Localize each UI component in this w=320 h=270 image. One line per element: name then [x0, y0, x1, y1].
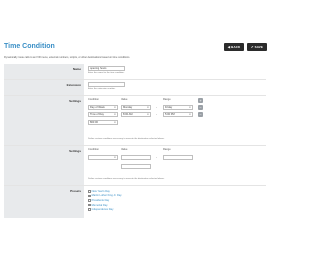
range-dash: - [156, 155, 157, 159]
extension-input[interactable] [88, 82, 125, 87]
settings-label-1: Settings [4, 96, 84, 145]
name-row: Name opening hours Enter the name for th… [4, 64, 266, 80]
time-condition-form: Name opening hours Enter the name for th… [4, 64, 266, 218]
extension-row: Extension Enter the extension number. [4, 80, 266, 96]
name-input[interactable]: opening hours [88, 66, 125, 71]
range-input-empty[interactable] [163, 155, 193, 160]
name-label: Name [4, 64, 84, 79]
minus-icon[interactable]: − [198, 105, 203, 110]
page-title: Time Condition [4, 43, 55, 50]
checkbox[interactable] [88, 199, 91, 202]
condition-select-2[interactable]: Time of Day ▼ [88, 112, 118, 117]
back-button-label: BACK [231, 45, 241, 49]
range-dash: - [156, 105, 157, 109]
arrow-left-icon: ◀ [227, 45, 231, 49]
condition-select-empty[interactable]: ▼ [88, 155, 118, 160]
settings-help-1: Define custom conditions necessary to ex… [88, 138, 165, 140]
value-header: Value [121, 148, 128, 151]
back-button[interactable]: ◀ BACK [224, 43, 244, 51]
extension-help: Enter the extension number. [88, 88, 116, 90]
checkbox[interactable] [88, 190, 91, 193]
presets-row: Presets New Year's Day Martin Luther Kin… [4, 186, 266, 218]
check-icon: ✔ [251, 45, 254, 49]
chevron-down-icon: ▼ [113, 106, 116, 109]
presets-label: Presets [4, 186, 84, 218]
chevron-down-icon: ▼ [113, 121, 116, 124]
chevron-down-icon: ▼ [113, 113, 116, 116]
settings-help-2: Define custom conditions necessary to ex… [88, 178, 165, 180]
value-input-empty-2[interactable] [121, 164, 151, 169]
extension-label: Extension [4, 80, 84, 95]
extra-condition-input[interactable]: 800 00 ▼ [88, 120, 118, 125]
value-select-2[interactable]: 8:00 AM ▼ [121, 112, 151, 117]
chevron-down-icon: ▼ [146, 113, 149, 116]
save-button-label: SAVE [254, 45, 263, 49]
condition-header: Condition [88, 148, 99, 151]
checkbox[interactable] [88, 194, 91, 198]
page-description: Dynamically route calls to an IVR menu, … [4, 56, 131, 59]
condition-select-1[interactable]: Day of Week ▼ [88, 105, 118, 110]
name-help: Enter the name for the time condition. [88, 72, 125, 74]
range-select-1[interactable]: Friday ▼ [163, 105, 193, 110]
chevron-down-icon: ▼ [146, 106, 149, 109]
minus-icon[interactable]: − [198, 112, 203, 117]
chevron-down-icon: ▼ [188, 106, 191, 109]
range-header: Range [163, 148, 171, 151]
chevron-down-icon: ▼ [188, 113, 191, 116]
range-dash: - [156, 112, 157, 116]
value-input-empty[interactable] [121, 155, 151, 160]
settings-row-1: Settings Condition Value Range + Day of … [4, 96, 266, 146]
range-header: Range [163, 98, 171, 101]
settings-label-2: Settings [4, 146, 84, 185]
value-select-1[interactable]: Monday ▼ [121, 105, 151, 110]
plus-icon[interactable]: + [198, 98, 203, 103]
range-select-2[interactable]: 5:00 PM ▼ [163, 112, 193, 117]
save-button[interactable]: ✔ SAVE [247, 43, 267, 51]
preset-item[interactable]: Independence Day [88, 207, 262, 212]
checkbox[interactable] [88, 208, 91, 211]
value-header: Value [121, 98, 128, 101]
checkbox[interactable] [88, 203, 91, 207]
chevron-down-icon: ▼ [113, 156, 116, 159]
settings-row-2: Settings Condition Value Range ▼ - Defin… [4, 146, 266, 186]
condition-header: Condition [88, 98, 99, 101]
